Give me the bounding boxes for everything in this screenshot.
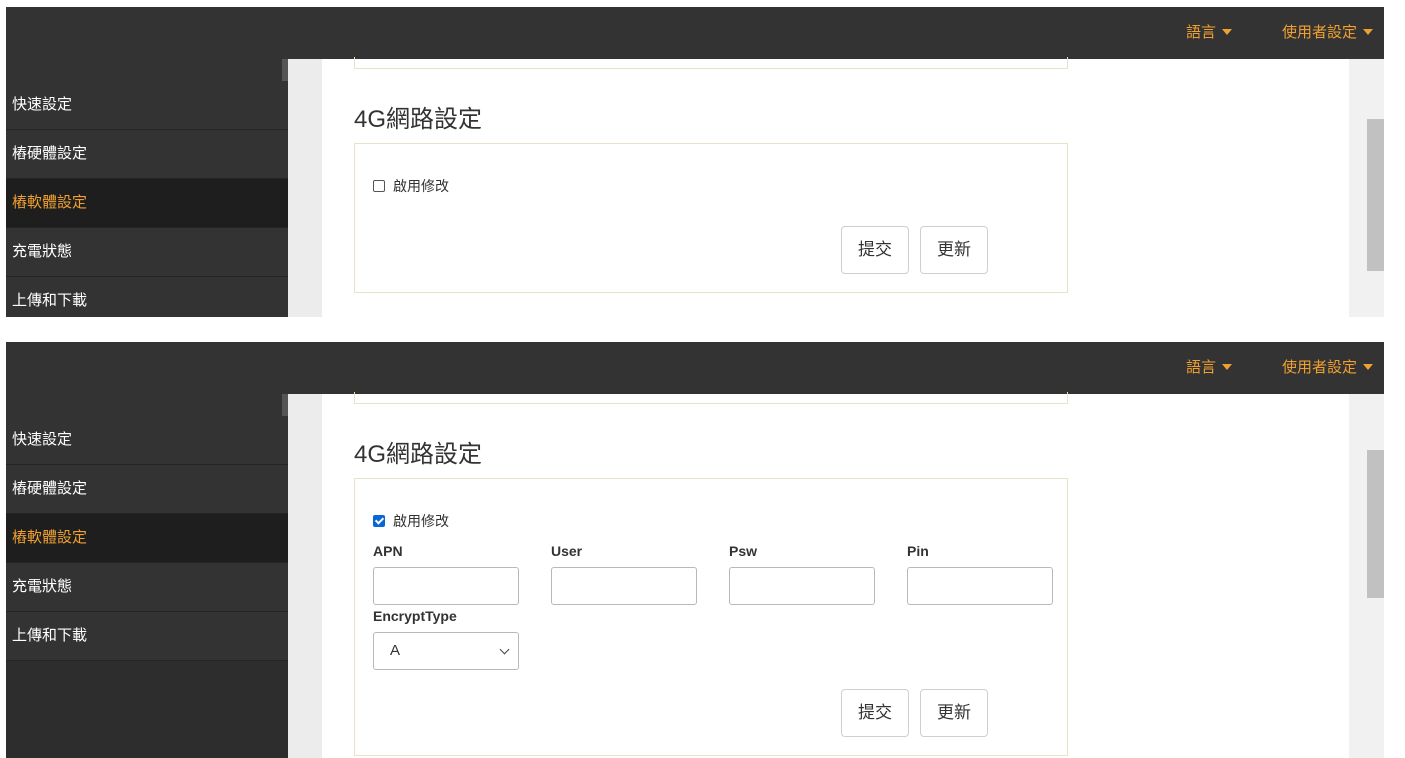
sidebar-item-charging-status[interactable]: 充電狀態: [6, 563, 288, 612]
section-title: 4G網路設定: [354, 106, 483, 133]
previous-section-card: [354, 392, 1068, 404]
enable-edit-row[interactable]: 啟用修改: [373, 176, 449, 196]
sidebar-top-spacer: [6, 59, 288, 81]
sidebar-item-quick-settings[interactable]: 快速設定: [6, 416, 288, 465]
user-settings-menu[interactable]: 使用者設定: [1282, 21, 1374, 42]
scrollbar-thumb[interactable]: [1367, 450, 1384, 598]
scrollbar-thumb[interactable]: [1367, 119, 1384, 271]
chevron-down-icon: [499, 644, 510, 655]
section-title: 4G網路設定: [354, 441, 483, 468]
encrypt-type-select[interactable]: A: [373, 632, 519, 670]
sidebar-item-software-settings[interactable]: 樁軟體設定: [6, 514, 288, 563]
sidebar: 快速設定 樁硬體設定 樁軟體設定 充電狀態 上傳和下載: [6, 59, 288, 317]
caret-down-icon: [1363, 364, 1374, 370]
sidebar: 快速設定 樁硬體設定 樁軟體設定 充電狀態 上傳和下載: [6, 394, 288, 758]
encrypt-type-label: EncryptType: [373, 608, 457, 624]
enable-edit-label: 啟用修改: [393, 513, 449, 529]
page-scrollbar[interactable]: [1349, 394, 1384, 758]
encrypt-type-value: A: [390, 642, 401, 659]
user-settings-menu[interactable]: 使用者設定: [1282, 356, 1374, 377]
enable-edit-checkbox[interactable]: [373, 515, 385, 527]
sidebar-item-hardware-settings[interactable]: 樁硬體設定: [6, 130, 288, 179]
apn-input[interactable]: [373, 567, 519, 605]
main-content: 4G網路設定 啟用修改 APN User Psw Pin EncryptType…: [322, 392, 1349, 758]
caret-down-icon: [1222, 364, 1233, 370]
user-settings-menu-label: 使用者設定: [1282, 359, 1358, 376]
content-gutter: [288, 394, 322, 758]
enable-edit-label: 啟用修改: [393, 178, 449, 194]
psw-input[interactable]: [729, 567, 875, 605]
enable-edit-checkbox[interactable]: [373, 180, 385, 192]
language-menu[interactable]: 語言: [1186, 21, 1233, 42]
sidebar-item-charging-status[interactable]: 充電狀態: [6, 228, 288, 277]
sidebar-item-upload-download[interactable]: 上傳和下載: [6, 277, 288, 317]
language-menu[interactable]: 語言: [1186, 356, 1233, 377]
user-label: User: [551, 543, 583, 559]
previous-section-card: [354, 57, 1068, 69]
caret-down-icon: [1363, 29, 1374, 35]
submit-button[interactable]: 提交: [841, 689, 909, 737]
enable-edit-row[interactable]: 啟用修改: [373, 511, 449, 531]
psw-label: Psw: [729, 543, 758, 559]
refresh-button[interactable]: 更新: [920, 226, 988, 274]
pin-input[interactable]: [907, 567, 1053, 605]
page-scrollbar[interactable]: [1349, 59, 1384, 317]
screenshot-checked-state: 語言 使用者設定 快速設定 樁硬體設定 樁軟體設定 充電狀態 上傳和下載 4G網…: [6, 342, 1384, 758]
language-menu-label: 語言: [1186, 359, 1217, 376]
sidebar-top-spacer: [6, 394, 288, 416]
refresh-button[interactable]: 更新: [920, 689, 988, 737]
submit-button[interactable]: 提交: [841, 226, 909, 274]
apn-label: APN: [373, 543, 403, 559]
sidebar-item-software-settings[interactable]: 樁軟體設定: [6, 179, 288, 228]
sidebar-item-hardware-settings[interactable]: 樁硬體設定: [6, 465, 288, 514]
user-settings-menu-label: 使用者設定: [1282, 24, 1358, 41]
caret-down-icon: [1222, 29, 1233, 35]
main-content: 4G網路設定 啟用修改 提交 更新: [322, 57, 1349, 317]
user-input[interactable]: [551, 567, 697, 605]
content-gutter: [288, 59, 322, 317]
language-menu-label: 語言: [1186, 24, 1217, 41]
network-settings-card: 啟用修改 APN User Psw Pin EncryptType A 提交 更…: [354, 478, 1068, 756]
network-settings-card: 啟用修改 提交 更新: [354, 143, 1068, 293]
sidebar-item-upload-download[interactable]: 上傳和下載: [6, 612, 288, 661]
screenshot-unchecked-state: 語言 使用者設定 快速設定 樁硬體設定 樁軟體設定 充電狀態 上傳和下載 4G網…: [6, 7, 1384, 317]
top-navbar: 語言 使用者設定: [6, 342, 1384, 394]
sidebar-item-quick-settings[interactable]: 快速設定: [6, 81, 288, 130]
pin-label: Pin: [907, 543, 929, 559]
top-navbar: 語言 使用者設定: [6, 7, 1384, 59]
